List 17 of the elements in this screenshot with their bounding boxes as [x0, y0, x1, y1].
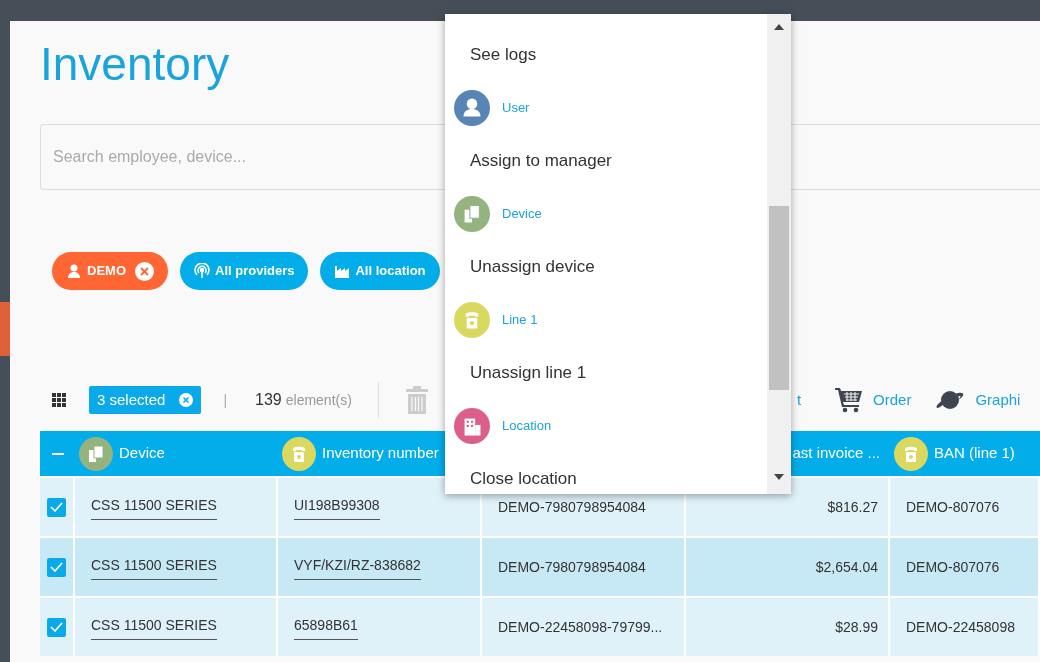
table-cell-text: $816.27	[827, 497, 878, 517]
table-cell-text: DEMO-807076	[906, 497, 1000, 517]
table-cell-text: $28.99	[835, 617, 878, 637]
section-label: User	[502, 99, 530, 118]
table-cell-text: DEMO-22458098-79799...	[498, 617, 663, 637]
element-count: 139	[255, 390, 282, 410]
table-cell-text: DEMO-22458098	[906, 617, 1015, 637]
separator: |	[223, 390, 228, 410]
table-cell-text: DEMO-807076	[906, 557, 1000, 577]
table-cell-text: DEMO-7980798954084	[498, 557, 646, 577]
section-label: Line 1	[502, 311, 538, 330]
table-cell-text: $2,654.04	[815, 557, 878, 577]
count-unit: element(s)	[285, 390, 352, 410]
page-title: Inventory	[40, 37, 230, 91]
section-label: Device	[502, 205, 542, 224]
table-cell-text: DEMO-7980798954084	[498, 497, 646, 517]
section-label: Location	[502, 417, 552, 436]
